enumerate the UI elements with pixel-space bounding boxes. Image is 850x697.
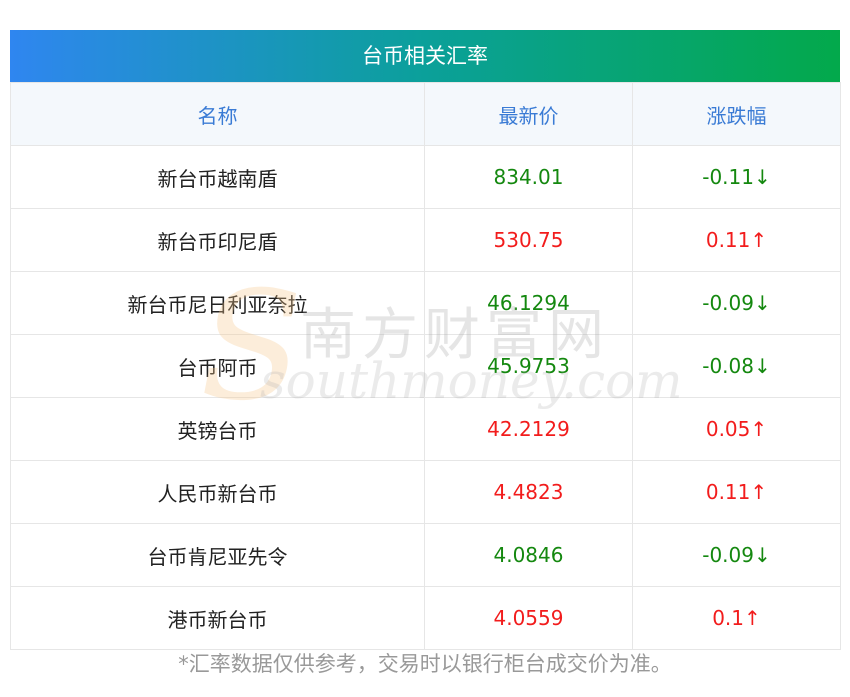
pair-name[interactable]: 新台币印尼盾 [10, 208, 425, 272]
pair-name[interactable]: 人民币新台币 [10, 460, 425, 524]
header-change: 涨跌幅 [632, 82, 841, 146]
header-price: 最新价 [424, 82, 633, 146]
table-row[interactable]: 英镑台币 42.2129 0.05↑ [10, 397, 841, 461]
pair-name[interactable]: 英镑台币 [10, 397, 425, 461]
table-row[interactable]: 台币阿币 45.9753 -0.08↓ [10, 334, 841, 398]
table-row[interactable]: 新台币越南盾 834.01 -0.11↓ [10, 145, 841, 209]
table-row[interactable]: 港币新台币 4.0559 0.1↑ [10, 586, 841, 650]
change-percent: -0.09↓ [632, 271, 841, 335]
pair-name[interactable]: 台币肯尼亚先令 [10, 523, 425, 587]
header-name: 名称 [10, 82, 425, 146]
rates-table: 名称 最新价 涨跌幅 新台币越南盾 834.01 -0.11↓ 新台币印尼盾 5… [10, 82, 841, 650]
pair-name[interactable]: 新台币尼日利亚奈拉 [10, 271, 425, 335]
latest-price: 46.1294 [424, 271, 633, 335]
panel-title: 台币相关汇率 [10, 30, 840, 82]
pair-name[interactable]: 台币阿币 [10, 334, 425, 398]
table-row[interactable]: 新台币印尼盾 530.75 0.11↑ [10, 208, 841, 272]
change-percent: 0.05↑ [632, 397, 841, 461]
table-row[interactable]: 人民币新台币 4.4823 0.11↑ [10, 460, 841, 524]
table-header-row: 名称 最新价 涨跌幅 [10, 82, 841, 146]
pair-name[interactable]: 新台币越南盾 [10, 145, 425, 209]
table-row[interactable]: 新台币尼日利亚奈拉 46.1294 -0.09↓ [10, 271, 841, 335]
change-percent: 0.1↑ [632, 586, 841, 650]
latest-price: 42.2129 [424, 397, 633, 461]
latest-price: 530.75 [424, 208, 633, 272]
table-row[interactable]: 台币肯尼亚先令 4.0846 -0.09↓ [10, 523, 841, 587]
rates-panel: 台币相关汇率 名称 最新价 涨跌幅 新台币越南盾 834.01 -0.11↓ 新… [10, 30, 841, 650]
change-percent: 0.11↑ [632, 208, 841, 272]
latest-price: 4.0846 [424, 523, 633, 587]
disclaimer-footnote: *汇率数据仅供参考，交易时以银行柜台成交价为准。 [178, 652, 672, 676]
latest-price: 834.01 [424, 145, 633, 209]
change-percent: -0.09↓ [632, 523, 841, 587]
latest-price: 4.4823 [424, 460, 633, 524]
change-percent: -0.08↓ [632, 334, 841, 398]
change-percent: 0.11↑ [632, 460, 841, 524]
latest-price: 4.0559 [424, 586, 633, 650]
change-percent: -0.11↓ [632, 145, 841, 209]
pair-name[interactable]: 港币新台币 [10, 586, 425, 650]
latest-price: 45.9753 [424, 334, 633, 398]
